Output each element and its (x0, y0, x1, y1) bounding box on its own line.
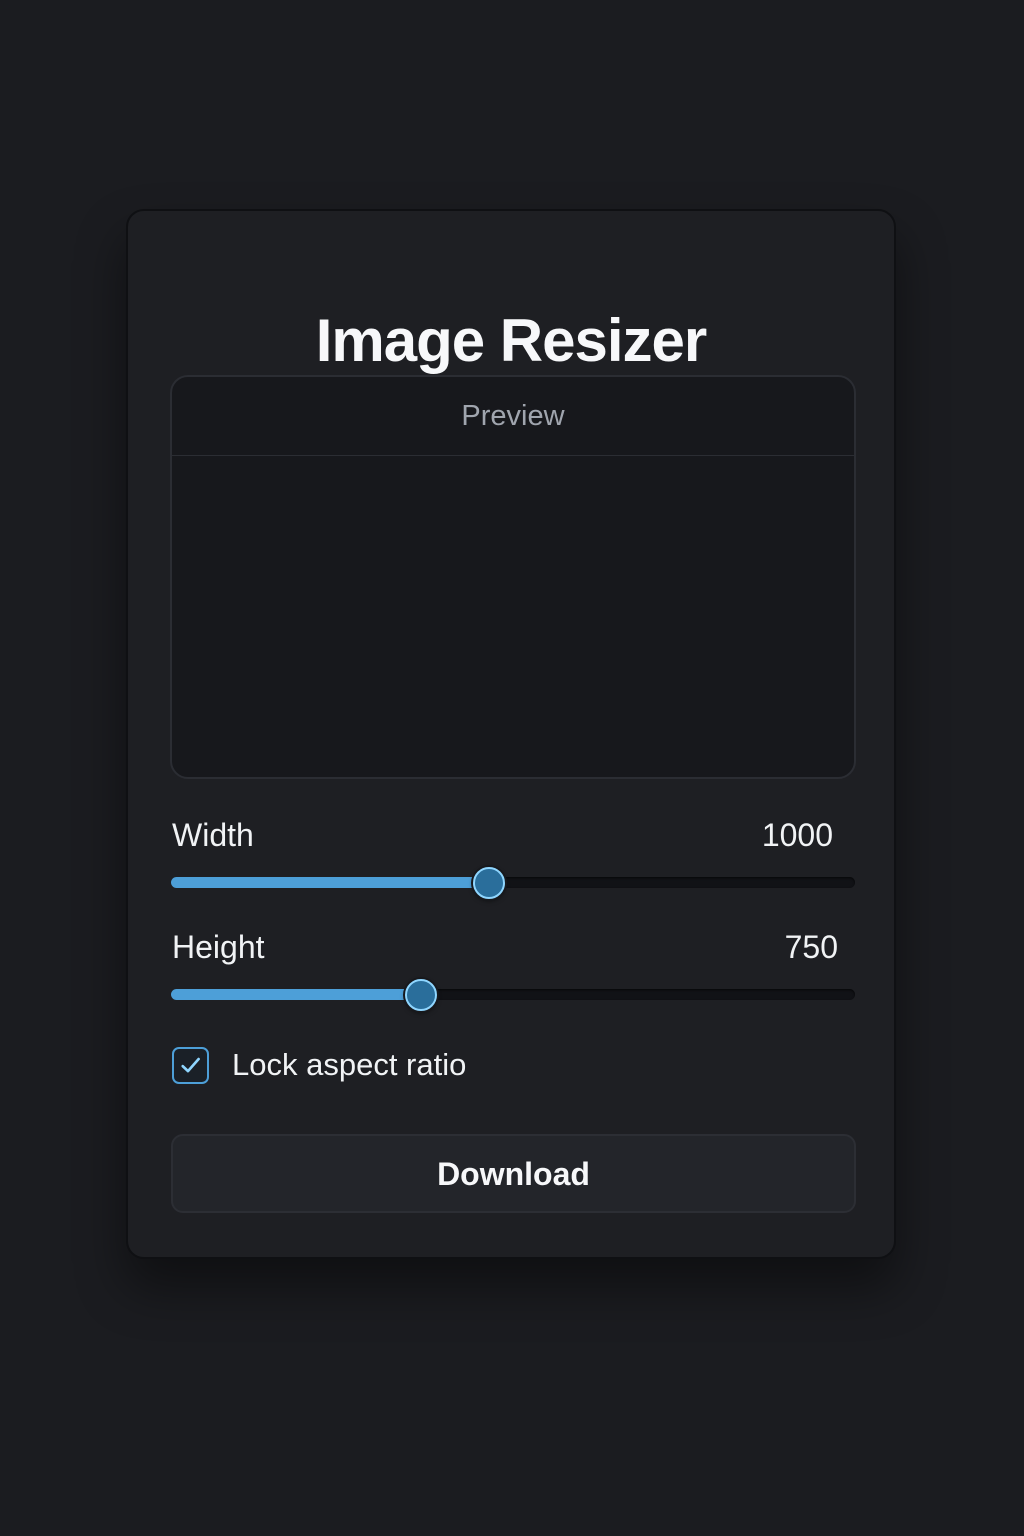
width-slider-thumb[interactable] (473, 866, 506, 899)
app-background: Image Resizer Preview Width 1000 Height … (0, 0, 1024, 1536)
page-title: Image Resizer (315, 307, 708, 375)
lock-aspect-ratio-row[interactable]: Lock aspect ratio (172, 1044, 466, 1086)
image-preview-panel: Preview (170, 375, 856, 779)
width-slider-fill (171, 877, 490, 888)
preview-area (172, 456, 854, 777)
lock-aspect-ratio-label: Lock aspect ratio (232, 1047, 467, 1082)
width-value: 1000 (761, 817, 833, 853)
width-label: Width (172, 817, 254, 853)
height-value: 750 (784, 929, 838, 965)
check-icon (181, 1057, 200, 1072)
height-slider-thumb[interactable] (404, 978, 437, 1011)
preview-label: Preview (461, 400, 565, 432)
image-resizer-card: Image Resizer Preview Width 1000 Height … (126, 209, 896, 1259)
width-slider[interactable] (171, 866, 855, 899)
height-slider-fill (171, 989, 421, 1000)
lock-aspect-ratio-checkbox[interactable] (172, 1046, 209, 1084)
height-slider[interactable] (171, 978, 855, 1011)
download-button[interactable]: Download (171, 1134, 856, 1213)
preview-header: Preview (172, 377, 854, 456)
height-label: Height (172, 929, 265, 965)
